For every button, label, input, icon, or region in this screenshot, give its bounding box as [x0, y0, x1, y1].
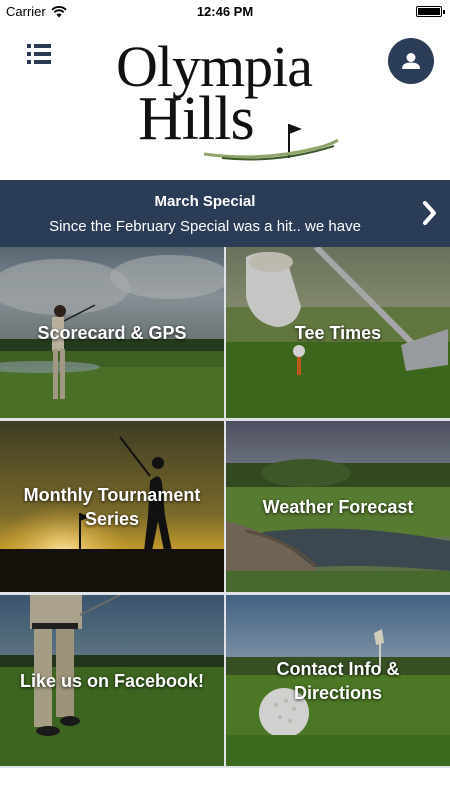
feature-tile-grid: Scorecard & GPS Tee Times Monthly Tourna… — [0, 247, 450, 768]
status-time: 12:46 PM — [196, 4, 254, 19]
app-header: Olympia Hills — [0, 22, 450, 180]
hamburger-menu-icon[interactable] — [27, 44, 51, 64]
tile-contact-directions[interactable]: Contact Info & Directions — [226, 595, 450, 766]
tile-label: Like us on Facebook! — [19, 670, 205, 691]
logo-flag-swoosh-icon — [203, 124, 339, 161]
user-icon — [402, 53, 420, 69]
special-text: Since the February Special was a hit.. w… — [49, 218, 361, 235]
tile-weather-forecast[interactable]: Weather Forecast — [226, 421, 450, 592]
tile-label: Scorecard & GPS — [37, 322, 187, 343]
tile-label: Contact Info & Directions — [276, 658, 400, 703]
special-title: March Special — [154, 193, 256, 210]
tile-tee-times[interactable]: Tee Times — [226, 247, 450, 418]
bottom-spacer — [0, 768, 450, 800]
tile-label: Weather Forecast — [262, 496, 414, 517]
status-bar: Carrier 12:46 PM — [0, 0, 450, 22]
tile-like-facebook[interactable]: Like us on Facebook! — [0, 595, 224, 766]
battery-icon — [416, 6, 445, 17]
tile-label: Tee Times — [294, 322, 382, 343]
tile-label: Monthly Tournament Series — [23, 484, 201, 529]
chevron-right-icon — [423, 201, 436, 225]
profile-button[interactable] — [388, 38, 434, 84]
special-banner[interactable]: March Special Since the February Special… — [0, 180, 450, 247]
olympia-hills-logo: Olympia Hills — [112, 36, 342, 161]
tile-scorecard-gps[interactable]: Scorecard & GPS — [0, 247, 224, 418]
tile-monthly-tournament[interactable]: Monthly Tournament Series — [0, 421, 224, 592]
